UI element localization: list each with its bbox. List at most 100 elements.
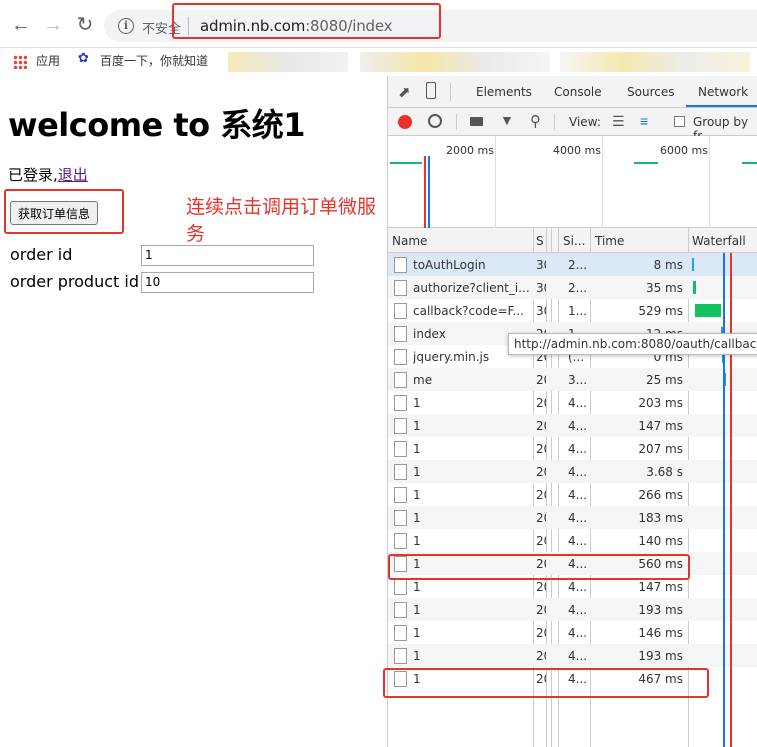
filter-icon[interactable]: ▼ [500, 112, 514, 128]
request-name: 1 [413, 603, 421, 617]
load-marker [424, 156, 426, 228]
table-row[interactable]: authorize?client_i... 30 2... 35 ms [388, 276, 757, 299]
request-size: 2... [568, 258, 588, 272]
request-time: 183 ms [638, 511, 683, 525]
table-row[interactable]: 1 20 4... 147 ms [388, 414, 757, 437]
column-name[interactable]: Name [392, 234, 532, 248]
bookmark-baidu[interactable]: 百度一下，你就知道 [100, 52, 208, 69]
file-icon [394, 441, 407, 457]
request-name: 1 [413, 419, 421, 433]
tick-label: 4000 ms [553, 144, 601, 157]
request-time: 25 ms [645, 373, 683, 387]
request-time: 207 ms [638, 442, 683, 456]
file-icon [394, 510, 407, 526]
file-icon [394, 487, 407, 503]
back-arrow-icon[interactable]: ← [10, 14, 32, 36]
request-time: 147 ms [638, 580, 683, 594]
request-time: 266 ms [638, 488, 683, 502]
inspect-icon[interactable]: ⬈ [398, 83, 411, 101]
product-id-input[interactable]: 10 [141, 272, 314, 293]
request-name: 1 [413, 511, 421, 525]
bookmark-apps[interactable]: 应用 [36, 52, 60, 69]
file-icon [394, 349, 407, 365]
request-name: 1 [413, 534, 421, 548]
load-event-line [730, 253, 732, 747]
record-icon[interactable] [398, 115, 412, 129]
devtools-tab-bar: ⬈ Elements Console Sources Network [388, 76, 757, 108]
column-status[interactable]: S [536, 234, 546, 248]
column-size[interactable]: Si... [563, 234, 588, 248]
request-time: 147 ms [638, 419, 683, 433]
waterfall-view-icon[interactable]: ≡ [640, 113, 648, 129]
baidu-paw-icon: ✿ [78, 51, 89, 66]
table-row[interactable]: 1 20 4... 207 ms [388, 437, 757, 460]
table-row[interactable]: callback?code=F... 30 1... 529 ms [388, 299, 757, 322]
overview-bar [742, 162, 757, 164]
login-status: 已登录,退出 [8, 164, 88, 185]
apps-grid-icon[interactable] [13, 55, 27, 69]
clear-icon[interactable] [428, 114, 442, 128]
tab-elements[interactable]: Elements [476, 85, 532, 99]
request-status: 30 [536, 304, 546, 318]
table-row[interactable]: 1 20 4... 146 ms [388, 621, 757, 644]
request-name: 1 [413, 488, 421, 502]
product-id-label: order product id [10, 272, 139, 291]
file-icon [394, 625, 407, 641]
tab-console[interactable]: Console [554, 85, 602, 99]
url-tooltip: http://admin.nb.com:8080/oauth/callback?… [508, 333, 757, 355]
request-size: 4... [568, 511, 588, 525]
toolbar-divider [456, 114, 457, 130]
tick-line [709, 136, 710, 228]
list-view-icon[interactable]: ☰ [612, 113, 625, 130]
request-name: 1 [413, 649, 421, 663]
column-waterfall[interactable]: Waterfall [692, 234, 757, 248]
table-row[interactable]: me 20 3... 25 ms [388, 368, 757, 391]
group-by-checkbox[interactable] [674, 116, 685, 127]
table-row[interactable]: 1 20 4... 140 ms [388, 529, 757, 552]
logout-link[interactable]: 退出 [58, 166, 88, 184]
screenshot-icon[interactable] [470, 117, 483, 126]
blurred-bookmark [360, 52, 550, 72]
file-icon [394, 257, 407, 273]
request-size: 4... [568, 603, 588, 617]
request-size: 4... [568, 442, 588, 456]
request-name: 1 [413, 396, 421, 410]
table-row[interactable]: toAuthLogin 30 2... 8 ms [388, 253, 757, 276]
file-icon [394, 418, 407, 434]
tab-network[interactable]: Network [698, 85, 748, 99]
tab-sources[interactable]: Sources [627, 85, 674, 99]
waterfall-bar [692, 258, 694, 271]
file-icon [394, 372, 407, 388]
column-time[interactable]: Time [595, 234, 685, 248]
forward-arrow-icon[interactable]: → [42, 14, 64, 36]
dom-content-loaded-line [723, 253, 725, 747]
request-size: 4... [568, 626, 588, 640]
order-id-label: order id [10, 245, 73, 264]
info-icon[interactable]: i [118, 18, 134, 34]
table-row[interactable]: 1 20 4... 193 ms [388, 644, 757, 667]
tick-line [602, 136, 603, 228]
request-size: 4... [568, 488, 588, 502]
toolbar-divider [554, 114, 555, 130]
search-icon[interactable]: ⚲ [530, 112, 541, 130]
reload-icon[interactable]: ↻ [74, 14, 96, 36]
file-icon [394, 579, 407, 595]
request-size: 4... [568, 534, 588, 548]
timeline-overview: 2000 ms 4000 ms 6000 ms [388, 136, 757, 228]
request-status: 20 [536, 649, 546, 663]
blurred-bookmark [228, 52, 348, 72]
order-id-input[interactable]: 1 [141, 245, 314, 266]
network-table-header: Name S Si... Time Waterfall [388, 228, 757, 253]
request-size: 4... [568, 396, 588, 410]
file-icon [394, 602, 407, 618]
table-row[interactable]: 1 20 4... 193 ms [388, 598, 757, 621]
request-time: 203 ms [638, 396, 683, 410]
table-row[interactable]: 1 20 4... 266 ms [388, 483, 757, 506]
table-row[interactable]: 1 20 4... 183 ms [388, 506, 757, 529]
dom-marker [428, 156, 430, 228]
device-toolbar-icon[interactable] [426, 82, 436, 99]
table-row[interactable]: 1 20 4... 3.68 s [388, 460, 757, 483]
row-highlight-box [388, 554, 690, 580]
table-row[interactable]: 1 20 4... 203 ms [388, 391, 757, 414]
tick-label: 2000 ms [446, 144, 494, 157]
